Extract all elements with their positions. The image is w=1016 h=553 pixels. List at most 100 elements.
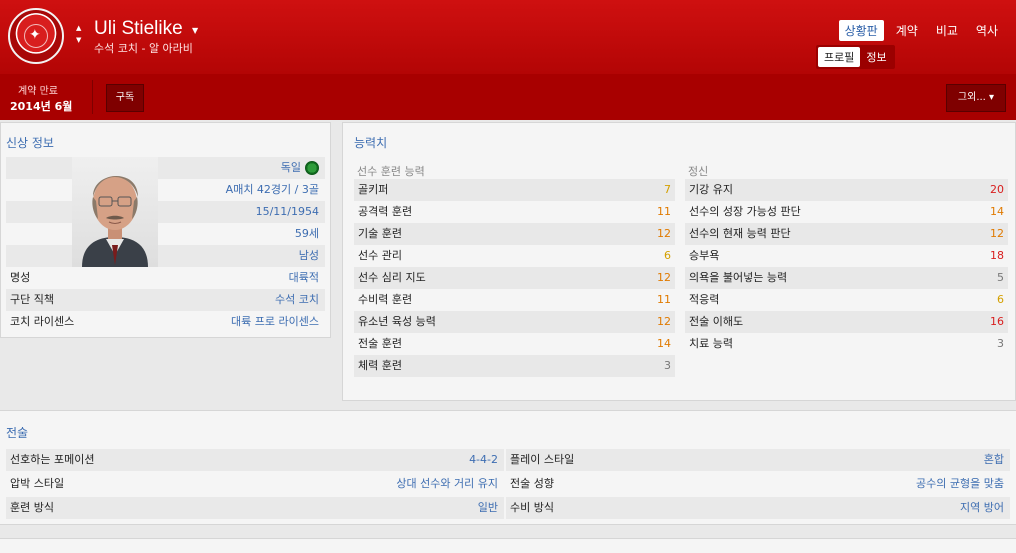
attribute-label: 골키퍼 xyxy=(358,183,389,196)
attribute-value: 14 xyxy=(990,205,1004,218)
attribute-row: 전술 이해도 16 xyxy=(685,311,1008,333)
attribute-label: 선수 심리 지도 xyxy=(358,271,426,284)
tactics-row: 훈련 방식 일반 xyxy=(6,497,504,519)
tactics-row: 수비 방식 지역 방어 xyxy=(506,497,1010,519)
play-style-label: 플레이 스타일 xyxy=(510,453,575,466)
attribute-value: 16 xyxy=(990,315,1004,328)
coaching-license-row: 코치 라이센스 대륙 프로 라이센스 xyxy=(6,311,325,333)
attribute-label: 치료 능력 xyxy=(689,337,733,350)
subtab-info[interactable]: 정보 xyxy=(860,47,892,67)
gender-row: 남성 xyxy=(6,245,325,267)
attribute-row: 수비력 훈련 11 xyxy=(354,289,675,311)
subscribe-button[interactable]: 구독 xyxy=(106,84,144,112)
tab-history[interactable]: 역사 xyxy=(970,20,1004,41)
tactics-row: 압박 스타일 상대 선수와 거리 유지 xyxy=(6,473,504,495)
divider xyxy=(92,80,93,114)
dob-value: 15/11/1954 xyxy=(255,205,319,218)
tactics-row: 선호하는 포메이션 4-4-2 xyxy=(6,449,504,471)
attribute-label: 수비력 훈련 xyxy=(358,293,413,306)
attribute-row: 승부욕 18 xyxy=(685,245,1008,267)
nationality-row: 독일 xyxy=(6,157,325,179)
attribute-label: 적응력 xyxy=(689,293,720,306)
attribute-label: 선수 관리 xyxy=(358,249,402,262)
attribute-label: 승부욕 xyxy=(689,249,720,262)
preferred-formation-label: 선호하는 포메이션 xyxy=(10,453,95,466)
attribute-row: 선수 심리 지도 12 xyxy=(354,267,675,289)
caps-row: A매치 42경기 / 3골 xyxy=(6,179,325,201)
attribute-row: 골키퍼 7 xyxy=(354,179,675,201)
more-button[interactable]: 그외... ▾ xyxy=(946,84,1006,112)
attribute-value: 12 xyxy=(657,315,671,328)
preferred-formation-value[interactable]: 4-4-2 xyxy=(469,449,498,471)
prev-next-icon[interactable]: ▲ ▼ xyxy=(76,22,81,46)
coaching-license-label: 코치 라이센스 xyxy=(10,315,75,328)
attribute-label: 전술 훈련 xyxy=(358,337,402,350)
attribute-value: 12 xyxy=(657,227,671,240)
caps-value: A매치 42경기 / 3골 xyxy=(225,183,319,196)
coaching-heading: 선수 훈련 능력 xyxy=(357,165,425,178)
contract-expiry-label: 계약 만료 xyxy=(18,86,58,97)
attribute-value: 3 xyxy=(997,337,1004,350)
reputation-value: 대륙적 xyxy=(288,271,319,284)
person-photo xyxy=(72,157,158,267)
attribute-label: 의욕을 불어넣는 능력 xyxy=(689,271,788,284)
attribute-row: 선수의 성장 가능성 판단 14 xyxy=(685,201,1008,223)
profile-title: 신상 정보 xyxy=(6,136,54,150)
reputation-row: 명성 대륙적 xyxy=(6,267,325,289)
attribute-row: 공격력 훈련 11 xyxy=(354,201,675,223)
attribute-value: 5 xyxy=(997,271,1004,284)
person-subtitle: 수석 코치 - 알 아라비 xyxy=(94,42,193,55)
attribute-row: 기술 훈련 12 xyxy=(354,223,675,245)
attribute-row: 선수의 현재 능력 판단 12 xyxy=(685,223,1008,245)
tab-overview[interactable]: 상황판 xyxy=(838,20,884,41)
tactics-row: 플레이 스타일 혼합 xyxy=(506,449,1010,471)
attribute-label: 기술 훈련 xyxy=(358,227,402,240)
reputation-label: 명성 xyxy=(10,271,31,284)
attribute-label: 전술 이해도 xyxy=(689,315,744,328)
tab-contract[interactable]: 계약 xyxy=(890,20,924,41)
tactical-tendency-value: 공수의 균형을 맞춤 xyxy=(916,477,1004,490)
attribute-label: 공격력 훈련 xyxy=(358,205,413,218)
attribute-value: 18 xyxy=(990,249,1004,262)
mental-heading: 정신 xyxy=(688,165,709,178)
attribute-value: 7 xyxy=(664,183,671,196)
attribute-value: 12 xyxy=(990,227,1004,240)
subtab-profile[interactable]: 프로필 xyxy=(818,47,861,67)
defensive-method-value: 지역 방어 xyxy=(960,501,1004,514)
attribute-value: 14 xyxy=(657,337,671,350)
age-value: 59세 xyxy=(294,227,319,240)
tab-compare[interactable]: 비교 xyxy=(930,20,964,41)
gender-value: 남성 xyxy=(298,249,319,262)
attribute-row: 기강 유지 20 xyxy=(685,179,1008,201)
attributes-title: 능력치 xyxy=(354,136,388,150)
training-method-label: 훈련 방식 xyxy=(10,501,54,514)
coaching-license-value: 대륙 프로 라이센스 xyxy=(231,315,319,328)
attribute-label: 유소년 육성 능력 xyxy=(358,315,436,328)
attribute-label: 선수의 현재 능력 판단 xyxy=(689,227,791,240)
nationality-value[interactable]: 독일 xyxy=(281,161,301,174)
tactics-title: 전술 xyxy=(6,426,29,440)
attribute-value: 11 xyxy=(657,293,671,306)
attribute-value: 20 xyxy=(990,183,1004,196)
contract-expiry-date: 2014년 6월 xyxy=(10,100,73,113)
club-crest-icon[interactable]: ✦ xyxy=(8,8,64,64)
dob-row: 15/11/1954 xyxy=(6,201,325,223)
attribute-value: 12 xyxy=(657,271,671,284)
defensive-method-label: 수비 방식 xyxy=(510,501,554,514)
attribute-value: 6 xyxy=(664,249,671,262)
attribute-row: 체력 훈련 3 xyxy=(354,355,675,377)
attribute-row: 선수 관리 6 xyxy=(354,245,675,267)
attribute-row: 적응력 6 xyxy=(685,289,1008,311)
attribute-label: 기강 유지 xyxy=(689,183,733,196)
tactical-tendency-label: 전술 성향 xyxy=(510,477,554,490)
person-name: Uli Stielike xyxy=(94,18,183,39)
pressing-style-value: 상대 선수와 거리 유지 xyxy=(396,477,498,490)
attribute-row: 전술 훈련 14 xyxy=(354,333,675,355)
sub-nav: 프로필 정보 xyxy=(816,45,895,69)
tactics-row: 전술 성향 공수의 균형을 맞춤 xyxy=(506,473,1010,495)
attribute-label: 선수의 성장 가능성 판단 xyxy=(689,205,801,218)
name-dropdown-icon[interactable]: ▼ xyxy=(192,26,198,35)
club-role-value[interactable]: 수석 코치 xyxy=(275,289,319,311)
play-style-value: 혼합 xyxy=(983,453,1004,466)
age-row: 59세 xyxy=(6,223,325,245)
